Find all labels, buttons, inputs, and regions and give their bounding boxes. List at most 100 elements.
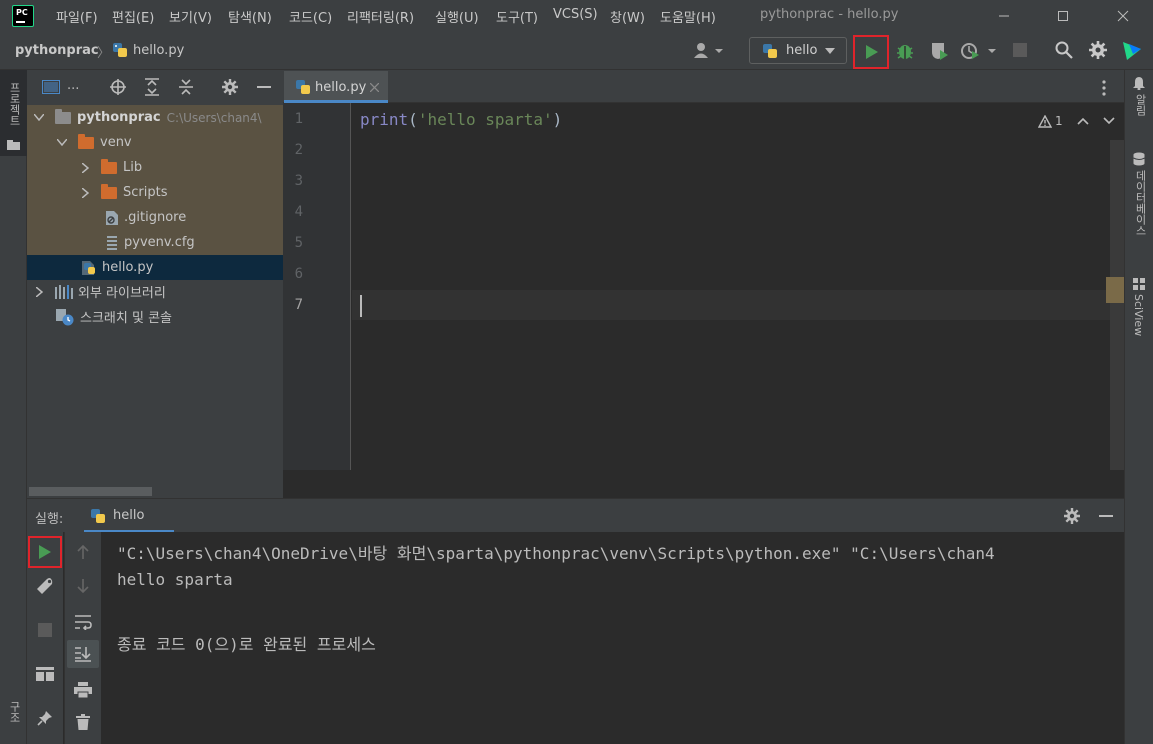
- menu-tools[interactable]: 도구(T): [496, 7, 538, 26]
- line-number: 2: [294, 142, 303, 158]
- project-settings-button[interactable]: [222, 79, 238, 95]
- minimize-button[interactable]: [981, 0, 1027, 32]
- jetbrains-toolbox-button[interactable]: [1121, 40, 1143, 62]
- chevron-down-icon[interactable]: [1103, 117, 1115, 125]
- notifications-tool-button[interactable]: 알림: [1125, 74, 1153, 134]
- chevron-right-icon[interactable]: [31, 286, 47, 297]
- structure-tool-button[interactable]: 구조: [0, 695, 27, 744]
- library-icon: [55, 284, 73, 299]
- python-icon: [90, 508, 106, 524]
- tree-item-hello-py[interactable]: hello.py: [27, 255, 283, 280]
- maximize-button[interactable]: [1040, 0, 1086, 32]
- scroll-to-end-button[interactable]: [67, 640, 99, 668]
- soft-wrap-button[interactable]: [67, 608, 99, 636]
- code-function: print: [360, 110, 409, 129]
- hide-run-panel-button[interactable]: [1099, 515, 1113, 517]
- stop-button[interactable]: [1013, 43, 1027, 57]
- chevron-right-icon[interactable]: [77, 187, 93, 198]
- chevron-down-icon[interactable]: [54, 139, 70, 146]
- run-config-label: hello: [786, 43, 818, 58]
- previous-occurrence-button[interactable]: [67, 538, 99, 566]
- tree-item-lib[interactable]: Lib: [27, 155, 283, 180]
- close-tab-button[interactable]: [370, 83, 379, 92]
- pin-tab-button[interactable]: [29, 704, 61, 732]
- code-string: 'hello sparta': [417, 110, 553, 129]
- rerun-button[interactable]: [28, 536, 62, 568]
- title-bar: PC 파일(F) 편집(E) 보기(V) 탐색(N) 코드(C) 리팩터링(R)…: [0, 0, 1153, 32]
- warning-count: 1: [1055, 114, 1063, 128]
- tree-item-external-libraries[interactable]: 외부 라이브러리: [27, 279, 283, 304]
- close-icon: [370, 83, 379, 92]
- menu-refactor[interactable]: 리팩터링(R): [347, 7, 414, 26]
- clear-all-button[interactable]: [67, 708, 99, 736]
- tree-item-gitignore[interactable]: .gitignore: [27, 205, 283, 230]
- run-tab-hello[interactable]: hello: [84, 499, 174, 533]
- tree-item-venv[interactable]: venv: [27, 130, 283, 155]
- edit-config-button[interactable]: [29, 572, 61, 600]
- python-icon: [762, 43, 778, 59]
- tree-item-pyvenv[interactable]: pyvenv.cfg: [27, 230, 283, 255]
- menu-edit[interactable]: 편집(E): [112, 7, 154, 26]
- project-tool-button[interactable]: 프로젝트: [0, 70, 27, 156]
- menu-code[interactable]: 코드(C): [289, 7, 332, 26]
- stop-run-button[interactable]: [29, 616, 61, 644]
- menu-vcs[interactable]: VCS(S): [553, 7, 598, 22]
- minus-icon: [257, 86, 271, 88]
- restore-layout-button[interactable]: [29, 660, 61, 688]
- next-occurrence-button[interactable]: [67, 572, 99, 600]
- run-panel-settings-button[interactable]: [1064, 508, 1080, 524]
- settings-button[interactable]: [1089, 41, 1107, 59]
- menu-run[interactable]: 실행(U): [435, 7, 479, 26]
- breadcrumb-file[interactable]: hello.py: [133, 43, 184, 58]
- inspection-widget[interactable]: 1: [1038, 114, 1115, 128]
- debug-button[interactable]: [895, 41, 915, 61]
- locate-file-button[interactable]: [110, 79, 126, 95]
- collapse-all-button[interactable]: [178, 78, 194, 96]
- database-icon: [1133, 152, 1145, 166]
- tree-item-label: Lib: [123, 160, 143, 175]
- vertical-scrollbar[interactable]: [1110, 140, 1124, 470]
- hide-panel-button[interactable]: [257, 86, 271, 88]
- text-caret: [360, 295, 362, 317]
- sciview-tool-button[interactable]: SciView: [1125, 274, 1153, 344]
- menu-window[interactable]: 창(W): [610, 7, 645, 26]
- close-window-button[interactable]: [1100, 0, 1146, 32]
- expand-all-button[interactable]: [144, 78, 160, 96]
- menu-file[interactable]: 파일(F): [56, 7, 98, 26]
- run-button[interactable]: [853, 35, 889, 69]
- editor-options-button[interactable]: [1102, 80, 1106, 96]
- breadcrumb-project[interactable]: pythonprac: [15, 43, 99, 58]
- line-number-current: 7: [294, 297, 303, 313]
- code-editor[interactable]: [352, 103, 1110, 470]
- tab-hello-py[interactable]: hello.py: [284, 71, 388, 103]
- project-view-icon[interactable]: [42, 80, 60, 94]
- horizontal-scrollbar[interactable]: [29, 487, 152, 496]
- jetbrains-logo-icon: [1123, 42, 1141, 60]
- tree-item-label: hello.py: [102, 260, 154, 275]
- chevron-up-icon[interactable]: [1077, 117, 1089, 125]
- run-toolbar-primary: [27, 532, 63, 744]
- tree-item-project-root[interactable]: pythonprac C:\Users\chan4\: [27, 105, 283, 130]
- chevron-down-icon[interactable]: [31, 114, 47, 121]
- database-tool-button[interactable]: 데이터베이스: [1125, 148, 1153, 256]
- menu-navigate[interactable]: 탐색(N): [228, 7, 272, 26]
- tree-item-scripts[interactable]: Scripts: [27, 180, 283, 205]
- print-button[interactable]: [67, 676, 99, 704]
- run-config-selector[interactable]: hello: [749, 37, 847, 64]
- folder-icon: [7, 140, 20, 150]
- account-button[interactable]: [693, 42, 725, 60]
- tree-item-scratches[interactable]: 스크래치 및 콘솔: [27, 304, 283, 329]
- tree-item-label: Scripts: [123, 185, 168, 200]
- profile-button[interactable]: [960, 41, 1000, 61]
- menu-help[interactable]: 도움말(H): [660, 7, 716, 26]
- line-number-gutter: 1 2 3 4 5 6 7: [283, 103, 351, 470]
- coverage-button[interactable]: [929, 41, 949, 61]
- bell-icon: [1133, 77, 1145, 90]
- warning-stripe-marker[interactable]: [1106, 277, 1124, 303]
- menu-view[interactable]: 보기(V): [169, 7, 212, 26]
- search-everywhere-button[interactable]: [1055, 41, 1073, 59]
- chevron-right-icon[interactable]: [77, 162, 93, 173]
- trash-icon: [76, 714, 90, 730]
- left-tool-strip: 프로젝트 구조: [0, 70, 27, 744]
- project-view-label[interactable]: ...: [67, 78, 79, 93]
